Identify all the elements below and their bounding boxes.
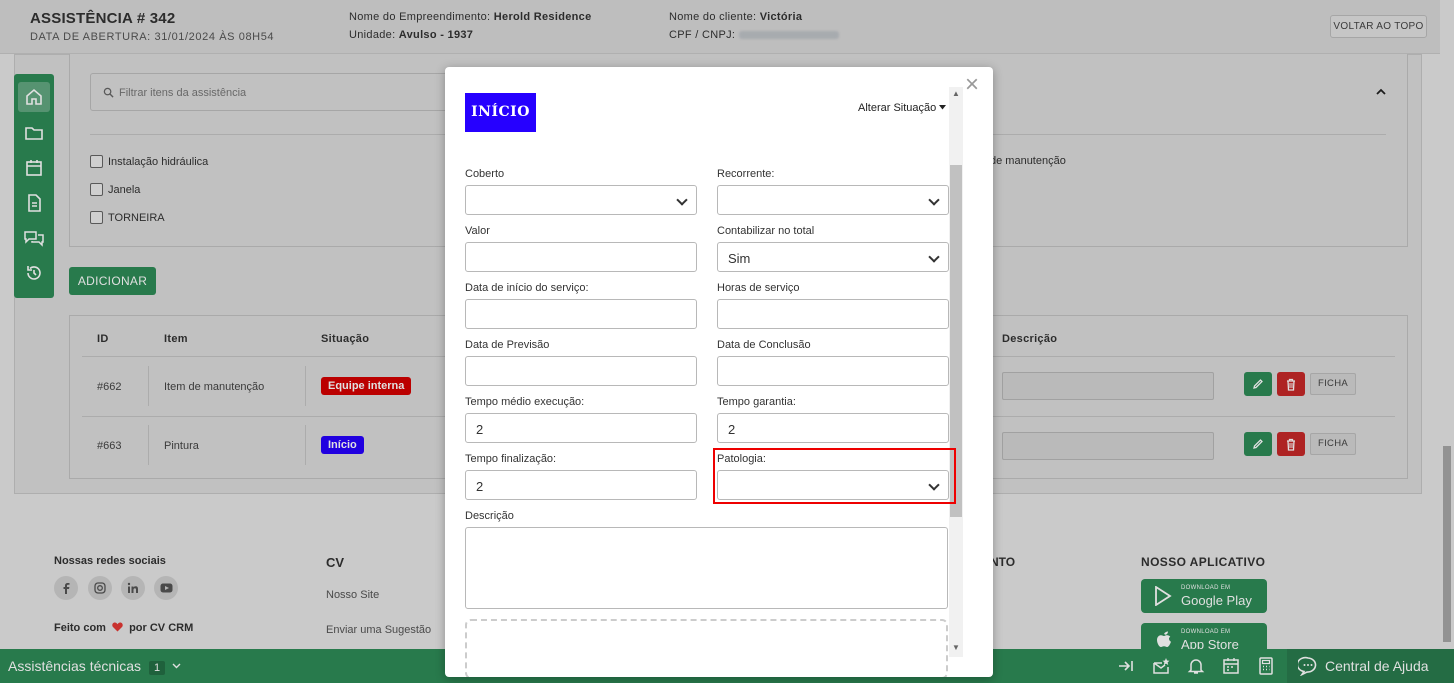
tempo-garantia-input[interactable]: 2 [717,413,949,443]
patologia-highlight [713,448,956,504]
data-previsao-input[interactable] [465,356,697,386]
descricao-label: Descrição [465,510,514,522]
recorrente-label: Recorrente: [717,168,775,180]
scroll-up-arrow: ▲ [952,89,960,98]
tempo-medio-label: Tempo médio execução: [465,396,585,408]
data-previsao-label: Data de Previsão [465,339,550,351]
caret-down-icon [939,105,947,110]
valor-label: Valor [465,225,490,237]
change-status-dropdown[interactable]: Alterar Situação [858,102,947,114]
tempo-finalizacao-input[interactable]: 2 [465,470,697,500]
scroll-down-arrow: ▼ [952,643,960,652]
data-conclusao-input[interactable] [717,356,949,386]
tempo-medio-input[interactable]: 2 [465,413,697,443]
coberto-select[interactable] [465,185,697,215]
tempo-finalizacao-label: Tempo finalização: [465,453,557,465]
horas-label: Horas de serviço [717,282,800,294]
edit-item-modal: × INÍCIO Alterar Situação ▲ ▼ Coberto Re… [445,67,993,677]
data-conclusao-label: Data de Conclusão [717,339,811,351]
tempo-garantia-label: Tempo garantia: [717,396,796,408]
contabilizar-select[interactable]: Sim [717,242,949,272]
coberto-label: Coberto [465,168,505,180]
data-inicio-label: Data de início do serviço: [465,282,589,294]
current-status-badge: INÍCIO [465,93,536,132]
contabilizar-label: Contabilizar no total [717,225,815,237]
valor-input[interactable] [465,242,697,272]
modal-scrollbar[interactable]: ▲ ▼ [949,87,963,657]
data-inicio-input[interactable] [465,299,697,329]
file-drop-zone[interactable] [465,619,948,677]
descricao-textarea[interactable] [465,527,948,609]
recorrente-select[interactable] [717,185,949,215]
close-icon[interactable]: × [965,73,979,97]
horas-input[interactable] [717,299,949,329]
